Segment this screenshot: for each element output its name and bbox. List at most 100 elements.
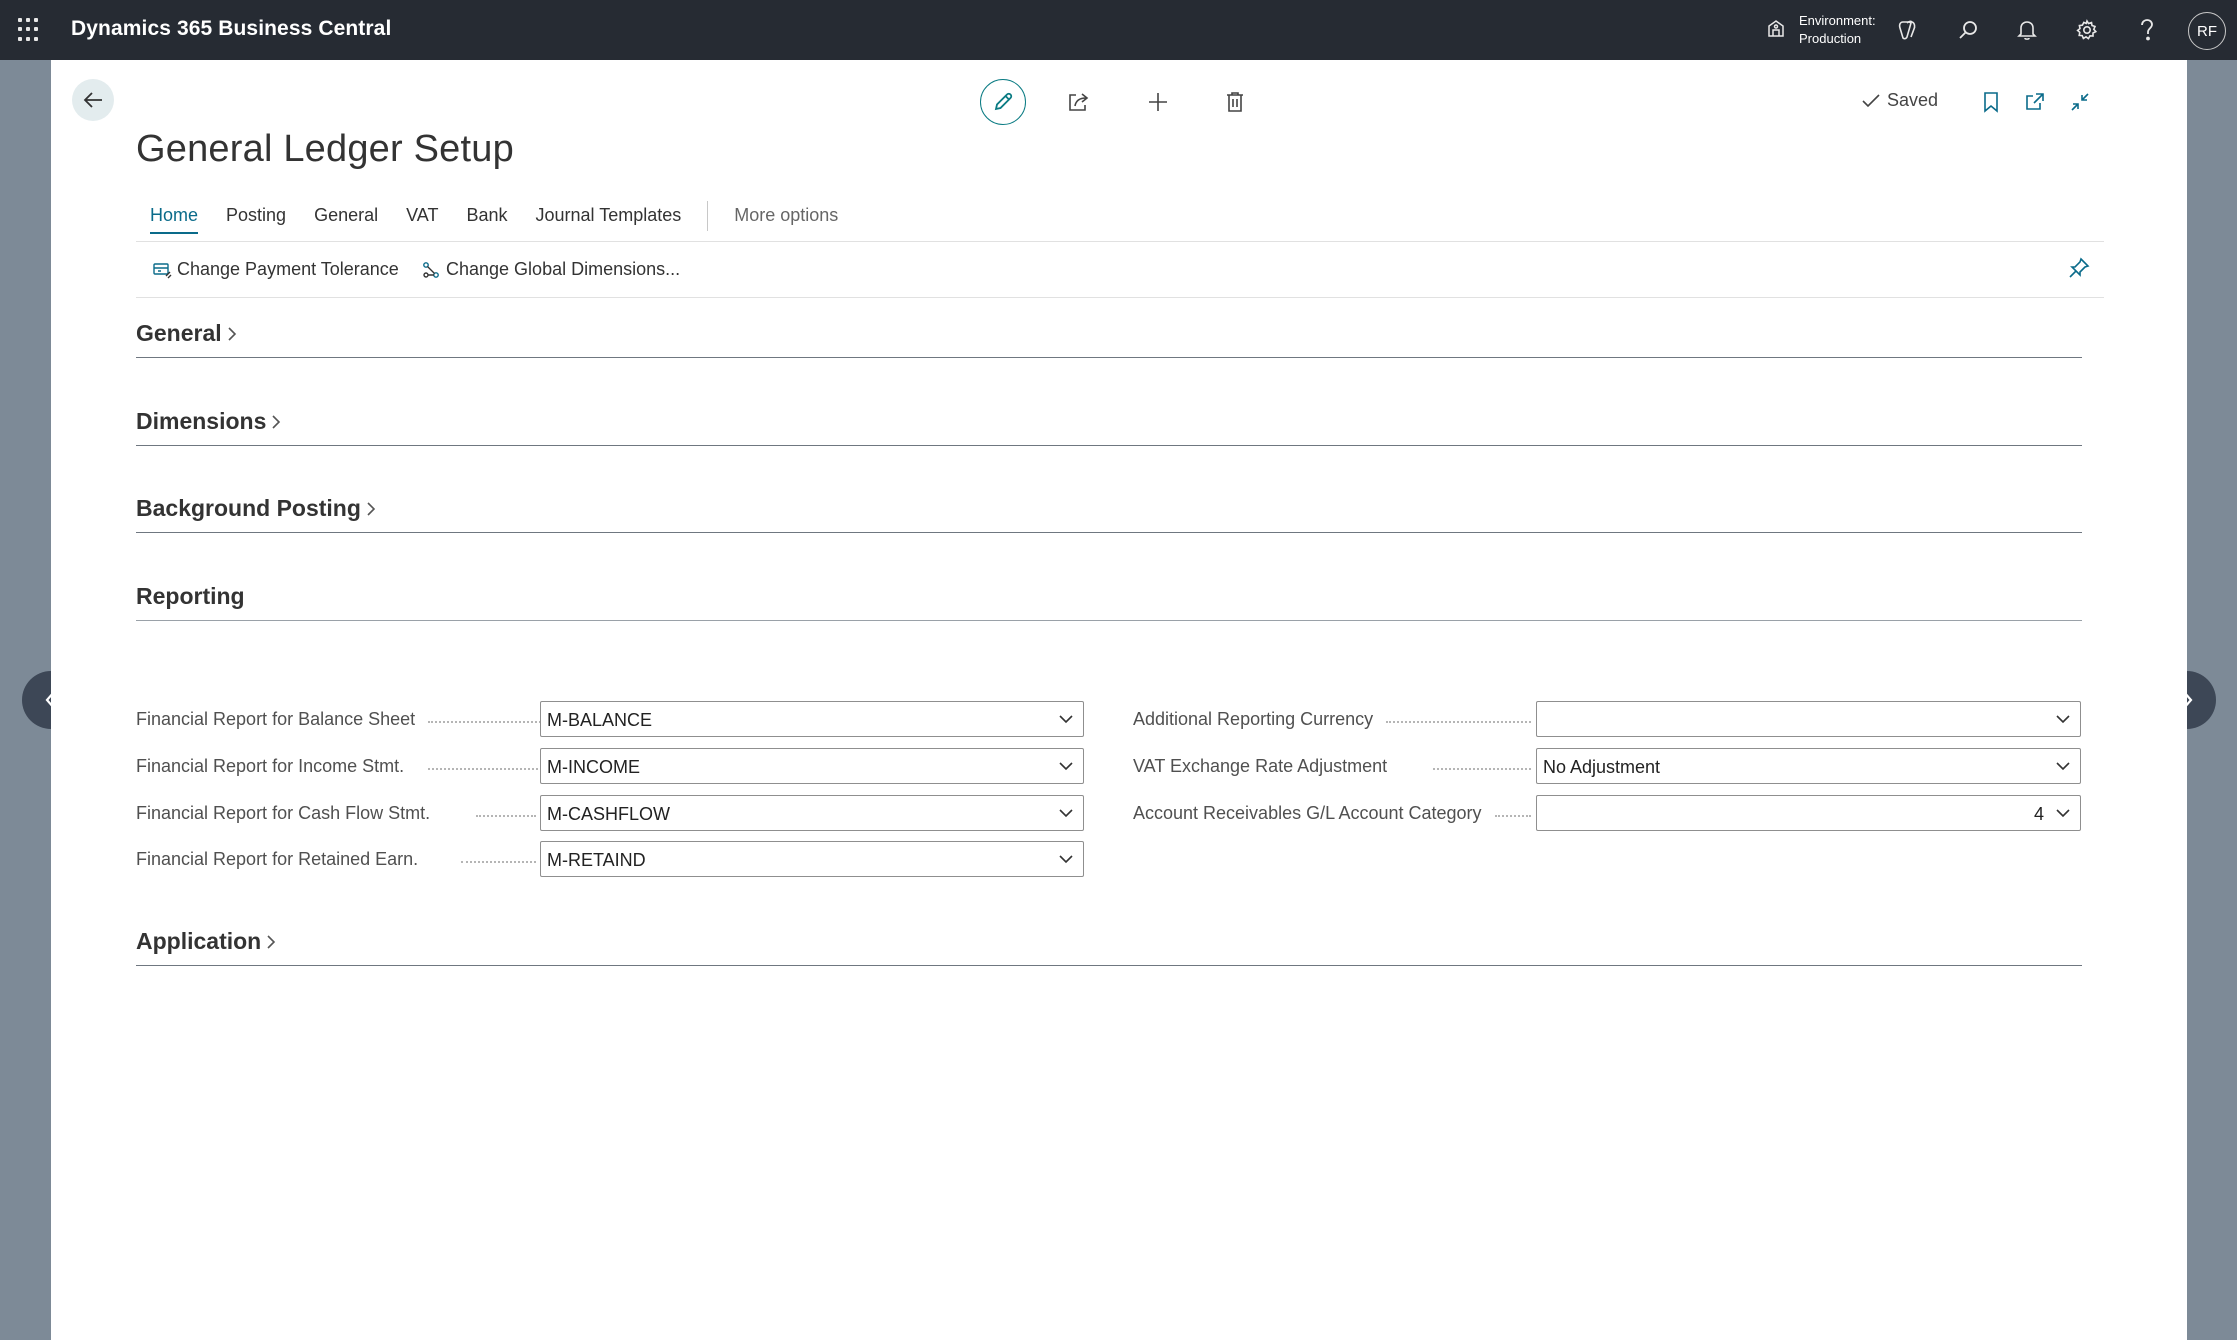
checkmark-icon <box>1862 93 1880 107</box>
tab-general[interactable]: General <box>314 205 378 232</box>
chevron-down-icon <box>1059 809 1073 818</box>
field-leader-dots <box>461 861 536 863</box>
page-card: Saved General Ledger Setup Home Posting … <box>51 60 2187 1340</box>
saved-status: Saved <box>1861 90 1938 111</box>
environment-indicator[interactable]: Environment: Production <box>1765 12 1876 48</box>
chevron-down-icon <box>2056 809 2070 818</box>
field-leader-dots <box>1433 768 1531 770</box>
tab-home[interactable]: Home <box>150 205 199 234</box>
environment-value: Production <box>1799 31 1862 46</box>
change-payment-tolerance-action[interactable]: Change Payment Tolerance <box>152 259 399 280</box>
field-balance-sheet-label: Financial Report for Balance Sheet <box>136 708 416 729</box>
retained-earn-select[interactable]: M-RETAIND <box>540 841 1084 877</box>
top-app-bar: Dynamics 365 Business Central Environmen… <box>0 0 2237 60</box>
app-launcher-icon[interactable] <box>18 18 42 42</box>
bookmark-button[interactable] <box>1973 84 2009 120</box>
open-new-window-icon <box>2026 93 2044 110</box>
trash-icon <box>1227 92 1243 112</box>
tab-vat[interactable]: VAT <box>406 205 438 232</box>
field-retained-earn: Financial Report for Retained Earn. M-RE… <box>136 841 1084 877</box>
collapse-icon <box>2071 93 2089 111</box>
field-cash-flow-stmt-label: Financial Report for Cash Flow Stmt. <box>136 802 431 823</box>
edit-pencil-icon <box>994 92 1013 111</box>
cash-flow-stmt-select[interactable]: M-CASHFLOW <box>540 795 1084 831</box>
section-general[interactable]: General <box>136 318 2082 358</box>
additional-reporting-currency-select[interactable] <box>1536 701 2081 737</box>
section-dimensions-title: Dimensions <box>136 408 267 434</box>
change-global-dimensions-label: Change Global Dimensions... <box>446 259 681 279</box>
section-application-title: Application <box>136 928 262 954</box>
help-icon[interactable] <box>2131 14 2163 46</box>
delete-button[interactable] <box>1217 84 1253 120</box>
gear-icon[interactable] <box>2071 14 2103 46</box>
field-balance-sheet: Financial Report for Balance Sheet M-BAL… <box>136 701 1084 737</box>
field-income-stmt: Financial Report for Income Stmt. M-INCO… <box>136 748 1084 784</box>
chevron-down-icon <box>2056 715 2070 724</box>
payment-tolerance-icon <box>153 262 172 278</box>
section-background-posting[interactable]: Background Posting <box>136 493 2082 533</box>
field-leader-dots <box>428 768 538 770</box>
section-dimensions[interactable]: Dimensions <box>136 406 2082 446</box>
field-leader-dots <box>1495 815 1531 817</box>
share-button[interactable] <box>1061 84 1097 120</box>
change-payment-tolerance-label: Change Payment Tolerance <box>177 259 399 279</box>
retained-earn-value: M-RETAIND <box>547 850 646 870</box>
section-reporting[interactable]: Reporting <box>136 581 2082 621</box>
section-reporting-title: Reporting <box>136 583 245 609</box>
balance-sheet-value: M-BALANCE <box>547 710 653 730</box>
chevron-down-icon <box>2056 762 2070 771</box>
balance-sheet-select[interactable]: M-BALANCE <box>540 701 1084 737</box>
vat-exchange-rate-adjustment-value: No Adjustment <box>1543 757 1661 777</box>
chevron-down-icon <box>1059 855 1073 864</box>
change-global-dimensions-action[interactable]: Change Global Dimensions... <box>421 259 680 280</box>
account-receivables-category-select[interactable]: 4 <box>1536 795 2081 831</box>
open-new-window-button[interactable] <box>2017 84 2053 120</box>
new-button[interactable] <box>1140 84 1176 120</box>
tab-separator <box>707 201 709 231</box>
avatar[interactable]: RF <box>2188 12 2226 50</box>
section-background-posting-title: Background Posting <box>136 495 361 521</box>
section-general-title: General <box>136 320 222 346</box>
app-title[interactable]: Dynamics 365 Business Central <box>71 17 391 41</box>
pin-icon <box>2069 257 2090 278</box>
chevron-right-icon <box>272 414 281 429</box>
search-icon[interactable] <box>1952 14 1984 46</box>
plus-icon <box>1149 93 1167 111</box>
share-icon <box>1069 93 1089 111</box>
pin-action-bar-button[interactable] <box>2068 257 2090 284</box>
field-leader-dots <box>1386 721 1531 723</box>
field-additional-reporting-currency-label: Additional Reporting Currency <box>1133 708 1374 729</box>
tab-journal-templates[interactable]: Journal Templates <box>535 205 681 232</box>
edit-button[interactable] <box>980 79 1026 125</box>
copilot-icon[interactable] <box>1891 14 1923 46</box>
environment-label: Environment: <box>1799 13 1876 28</box>
back-arrow-icon <box>83 92 102 108</box>
field-retained-earn-label: Financial Report for Retained Earn. <box>136 848 419 869</box>
environment-icon <box>1765 17 1787 44</box>
chevron-right-icon <box>228 326 236 341</box>
more-options-button[interactable]: More options <box>734 205 838 232</box>
chevron-down-icon <box>1059 762 1073 771</box>
income-stmt-value: M-INCOME <box>547 757 640 777</box>
field-additional-reporting-currency: Additional Reporting Currency <box>1133 701 2081 737</box>
tab-posting[interactable]: Posting <box>226 205 286 232</box>
chevron-down-icon <box>1059 715 1073 724</box>
back-button[interactable] <box>72 79 114 121</box>
chevron-right-icon <box>367 501 376 516</box>
field-account-receivables-category: Account Receivables G/L Account Category… <box>1133 795 2081 831</box>
income-stmt-select[interactable]: M-INCOME <box>540 748 1084 784</box>
collapse-button[interactable] <box>2062 84 2098 120</box>
tab-bank[interactable]: Bank <box>466 205 507 232</box>
field-vat-exchange-rate-adjustment-label: VAT Exchange Rate Adjustment <box>1133 755 1388 776</box>
cash-flow-stmt-value: M-CASHFLOW <box>547 804 670 824</box>
section-application[interactable]: Application <box>136 926 2082 966</box>
bell-icon[interactable] <box>2011 14 2043 46</box>
chevron-right-icon <box>267 934 276 949</box>
global-dimensions-icon <box>423 261 439 278</box>
field-account-receivables-category-label: Account Receivables G/L Account Category <box>1133 802 1482 823</box>
field-income-stmt-label: Financial Report for Income Stmt. <box>136 755 405 776</box>
vat-exchange-rate-adjustment-select[interactable]: No Adjustment <box>1536 748 2081 784</box>
field-vat-exchange-rate-adjustment: VAT Exchange Rate Adjustment No Adjustme… <box>1133 748 2081 784</box>
field-cash-flow-stmt: Financial Report for Cash Flow Stmt. M-C… <box>136 795 1084 831</box>
action-bar: Change Payment Tolerance Change Global D… <box>136 241 2104 298</box>
